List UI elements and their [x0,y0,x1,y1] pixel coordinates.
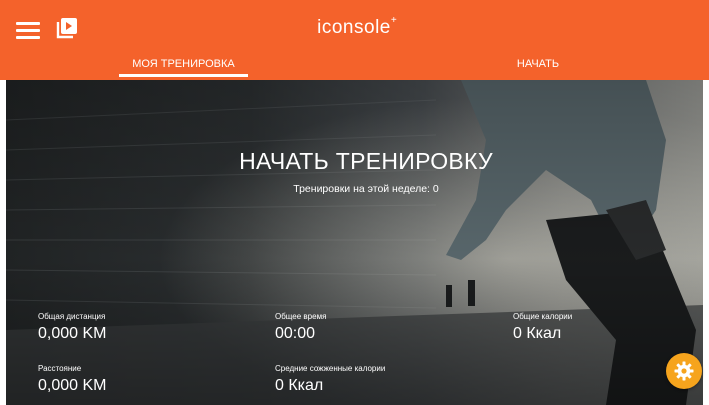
hero-overlay [6,80,703,405]
weekly-workouts-text: Тренировки на этой неделе: 0 [293,183,439,195]
stat-distance-value: 0,000 KM [38,377,107,394]
stat-total-distance-value: 0,000 KM [38,325,107,342]
logo-plus: + [390,15,398,26]
stat-avg-calories-value: 0 Ккал [275,377,324,394]
app-window: iconsole + МОЯ ТРЕНИРОВКА НАЧАТЬ НАЧАТЬ … [0,0,709,405]
tab-bar: МОЯ ТРЕНИРОВКА НАЧАТЬ [0,54,709,80]
start-workout-title[interactable]: НАЧАТЬ ТРЕНИРОВКУ [6,148,703,175]
stat-total-calories-value: 0 Ккал [513,325,562,342]
stat-distance: Расстояние 0,000 KM [38,364,106,396]
tab-start[interactable]: НАЧАТЬ [470,54,606,80]
stat-total-calories-label: Общие калории [513,312,573,321]
stat-total-time-label: Общее время [275,312,327,321]
settings-button[interactable] [666,353,702,389]
stat-total-distance-label: Общая дистанция [38,312,106,321]
app-logo: iconsole + [304,14,404,42]
video-play-icon[interactable] [56,17,78,39]
stat-total-time: Общее время 00:00 [275,312,326,344]
stat-avg-calories-label: Средние сожженные калории [275,364,386,373]
stat-total-distance: Общая дистанция 0,000 KM [38,312,106,344]
tab-my-workout[interactable]: МОЯ ТРЕНИРОВКА [119,54,248,80]
stat-total-time-value: 00:00 [275,325,316,342]
stat-avg-calories: Средние сожженные калории 0 Ккал [275,364,385,396]
stat-total-calories: Общие калории 0 Ккал [513,312,572,344]
hero-banner: НАЧАТЬ ТРЕНИРОВКУ Тренировки на этой нед… [6,80,703,405]
gear-icon [674,361,694,381]
stat-distance-label: Расстояние [38,364,82,373]
hamburger-menu-icon[interactable] [16,18,42,40]
app-header: iconsole + МОЯ ТРЕНИРОВКА НАЧАТЬ [0,0,709,80]
logo-text: iconsole [317,17,391,38]
